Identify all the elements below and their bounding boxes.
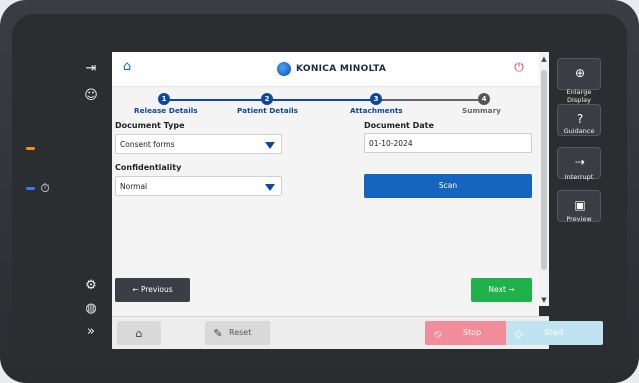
scroll-down-icon[interactable]: ▼ [540,296,548,304]
left-rail: ⇥ ☺ ⚙ ◍ » [68,50,112,348]
scan-button[interactable]: Scan [364,174,532,198]
stepper: 1 Release Details 2 Patient Details 3 At… [112,90,539,116]
chevron-down-icon [265,142,275,149]
double-chevron-right-icon[interactable]: » [82,323,100,341]
document-type-value: Consent forms [120,140,175,149]
zoom-in-icon: ⊕ [574,66,586,80]
step-dot-3: 3 [370,93,382,105]
interrupt-label: Interrupt [564,173,594,181]
start-button[interactable]: ◇ Start [506,321,603,345]
home-icon: ⌂ [135,327,143,340]
step-label-2: Patient Details [237,106,299,115]
confidentiality-label: Confidentiality [115,163,182,172]
chevron-down-icon [265,184,275,191]
document-type-label: Document Type [115,121,185,130]
next-button[interactable]: Next → [471,278,532,302]
confidentiality-value: Normal [120,182,148,191]
status-led-orange [26,147,35,150]
reset-label: Reset [229,328,252,337]
logout-icon[interactable]: ⇥ [82,60,100,78]
stop-icon: ⦸ [434,327,442,340]
interrupt-icon: ⇢ [574,155,586,169]
step-dot-1: 1 [158,93,170,105]
help-icon: ? [576,112,584,126]
step-line-2 [267,99,377,101]
step-dot-4: 4 [478,93,490,105]
home-icon[interactable]: ⌂ [120,60,134,74]
step-line-1 [162,99,266,101]
stop-button[interactable]: ⦸ Stop [425,321,507,345]
step-label-3: Attachments [350,106,403,115]
globe-icon[interactable]: ◍ [82,300,100,318]
enlarge-display-button[interactable]: ⊕ [557,58,601,90]
start-label: Start [544,328,564,337]
document-type-select[interactable]: Consent forms [115,134,282,154]
pen-icon: ✎ [213,327,223,340]
main-screen: ⌂ KONICA MINOLTA ⏻ 1 Release Details 2 P… [112,52,539,348]
confidentiality-select[interactable]: Normal [115,176,282,196]
document-date-field[interactable]: 01-10-2024 [364,133,532,153]
right-panel: ⊕ Enlarge Display ? Guidance ⇢ Interrupt… [557,52,601,227]
step-line-3 [378,99,484,101]
user-icon[interactable]: ☺ [82,87,100,105]
preview-icon: ▣ [574,198,586,212]
guidance-label: Guidance [563,127,595,135]
previous-button[interactable]: ← Previous [115,278,190,302]
preview-label: Preview [566,215,592,223]
brand-text: KONICA MINOLTA [296,64,387,74]
scroll-up-icon[interactable]: ▲ [540,55,548,63]
step-label-1: Release Details [134,106,198,115]
bottom-bar: ⌂ ✎ Reset ⦸ Stop ◇ Start [112,316,603,349]
top-bar: ⌂ KONICA MINOLTA ⏻ [112,52,539,87]
document-date-value: 01-10-2024 [369,139,413,148]
document-date-label: Document Date [364,121,434,130]
gear-icon[interactable]: ⚙ [82,277,100,295]
home-button[interactable]: ⌂ [117,321,161,345]
brand-logo-icon [277,62,291,76]
scrollbar-thumb[interactable] [541,70,547,270]
step-dot-2: 2 [261,93,273,105]
step-label-4: Summary [462,106,501,115]
power-icon[interactable]: ⏻ [512,60,526,74]
reset-button[interactable]: ✎ Reset [205,321,270,345]
start-icon: ◇ [514,327,524,340]
status-led-blue [26,187,35,190]
enlarge-display-label: Enlarge Display [566,88,592,104]
brand: KONICA MINOLTA [277,62,386,76]
stop-label: Stop [463,328,482,337]
timer-icon: ⏱ [40,181,50,195]
